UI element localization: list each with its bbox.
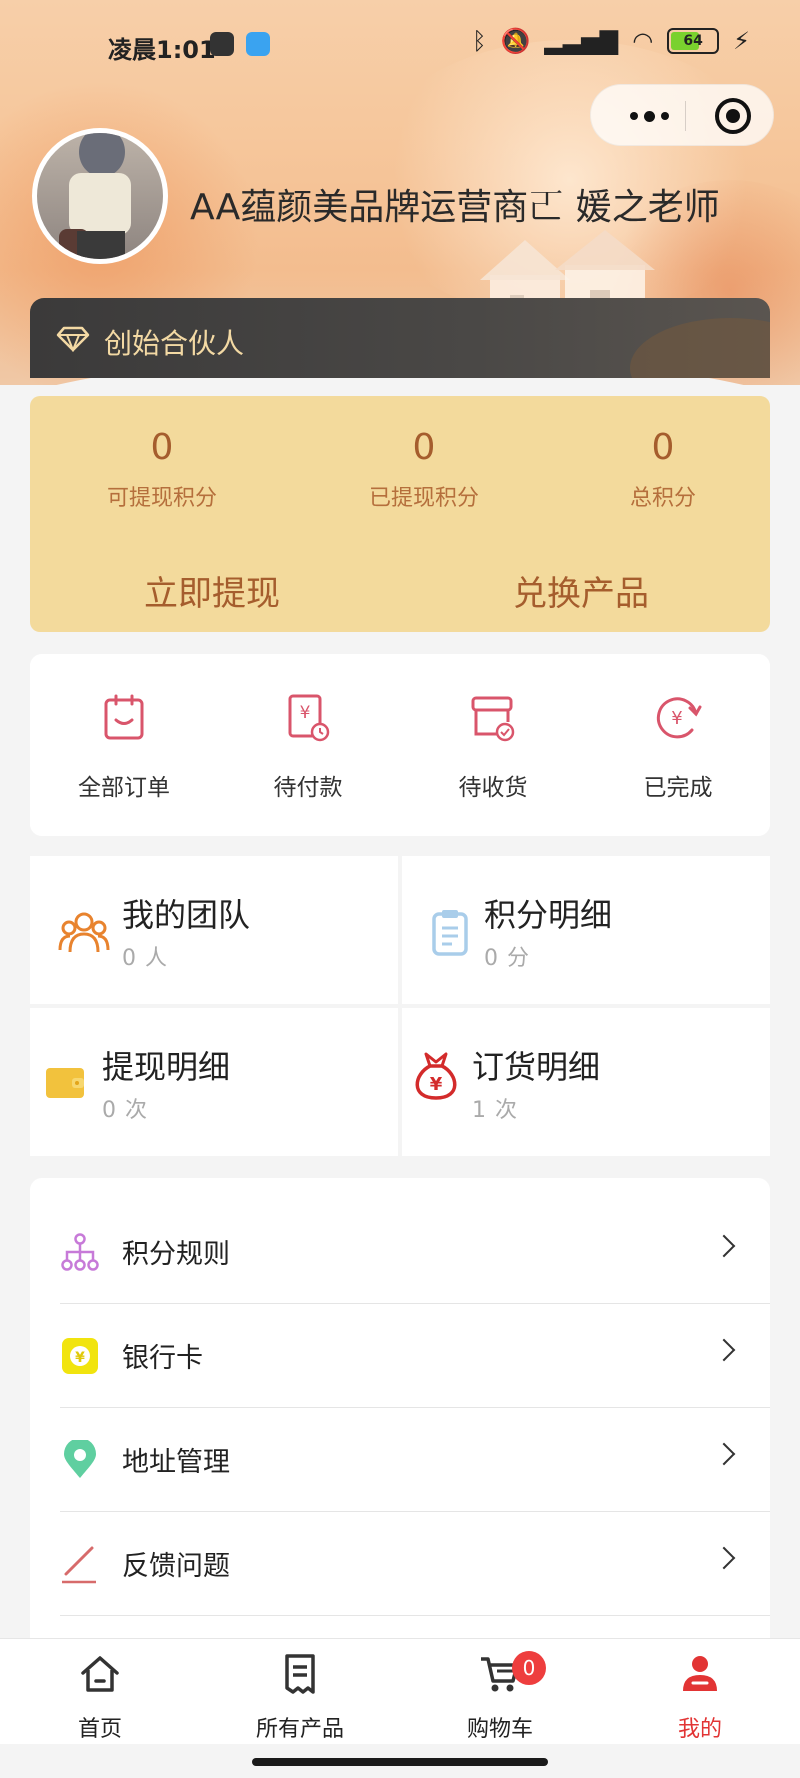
close-miniprogram-button[interactable]: [715, 98, 751, 134]
signal-icon: ▂▃▅▇: [544, 27, 619, 55]
tab-bar: 首页 所有产品 0 购物车 我的: [0, 1638, 800, 1744]
tab-cart[interactable]: 0 购物车: [440, 1651, 560, 1743]
my-team-cell[interactable]: 我的团队 0 人: [30, 856, 398, 1004]
layers-app-icon: [246, 32, 270, 56]
orders-card-content: 全部订单 ¥ 待付款 待收货 ¥ 已完成: [30, 654, 770, 836]
menu-item-feedback-label: 反馈问题: [122, 1551, 230, 1582]
pen-icon: [62, 1546, 96, 1584]
withdrawn-points-label: 已提现积分: [368, 486, 479, 511]
status-bar: 凌晨1:01 ᛒ 🔕 ▂▃▅▇ ◠ 64 ⚡: [0, 0, 800, 88]
location-pin-icon: [64, 1440, 96, 1478]
clipboard-icon: [432, 910, 468, 956]
order-pending-payment-label: 待付款: [273, 775, 343, 801]
order-pending-payment[interactable]: ¥ 待付款: [228, 692, 388, 802]
exchange-product-button[interactable]: 兑换产品: [513, 566, 649, 615]
menu-item-bank-card[interactable]: ¥ 银行卡: [30, 1304, 770, 1408]
tab-products[interactable]: 所有产品: [240, 1653, 360, 1743]
order-pending-receipt[interactable]: 待收货: [413, 692, 573, 802]
tab-mine-label: 我的: [677, 1717, 722, 1742]
tab-home[interactable]: 首页: [40, 1653, 160, 1743]
total-points-value: 0: [651, 427, 675, 468]
svg-text:¥: ¥: [300, 703, 311, 723]
withdrawable-points-value: 0: [150, 427, 174, 468]
user-icon: [683, 1656, 717, 1691]
order-all-label: 全部订单: [78, 775, 170, 801]
withdraw-detail-count: 0 次: [102, 1098, 148, 1123]
bluetooth-icon: ᛒ: [472, 27, 487, 55]
pending-payment-icon: ¥: [288, 694, 330, 742]
completed-icon: ¥: [656, 697, 702, 739]
withdrawable-points-label: 可提现积分: [106, 486, 217, 511]
chevron-right-icon: [712, 1234, 736, 1258]
menu-item-feedback[interactable]: 反馈问题: [30, 1512, 770, 1616]
withdraw-detail-cell[interactable]: 提现明细 0 次: [30, 1008, 398, 1156]
menu-item-address-label: 地址管理: [122, 1447, 230, 1478]
tab-home-label: 首页: [77, 1717, 122, 1742]
chevron-right-icon: [712, 1442, 736, 1466]
menu-item-bank-card-label: 银行卡: [122, 1343, 203, 1374]
order-detail-title: 订货明细: [472, 1048, 601, 1086]
svg-text:¥: ¥: [75, 1350, 85, 1366]
order-pending-receipt-label: 待收货: [458, 775, 528, 801]
battery-icon: 64: [667, 28, 720, 54]
chevron-right-icon: [712, 1546, 736, 1570]
my-team-title: 我的团队: [122, 896, 251, 934]
cart-badge: 0: [512, 1651, 546, 1685]
points-card: 0 可提现积分 0 已提现积分 0 总积分 立即提现 兑换产品: [30, 396, 770, 632]
bank-card-icon: ¥: [62, 1338, 98, 1374]
menu-item-points-rules-label: 积分规则: [122, 1239, 230, 1270]
settings-menu: 积分规则 ¥ 银行卡 地址管理 反馈问题: [30, 1178, 770, 1638]
money-bag-icon: ¥: [415, 1052, 457, 1100]
miniprogram-capsule: [590, 84, 774, 146]
app-notification-icon: [210, 32, 234, 56]
total-points-label: 总积分: [629, 486, 696, 511]
withdraw-detail-title: 提现明细: [102, 1048, 231, 1086]
withdrawn-points: 0 已提现积分: [324, 426, 524, 512]
avatar[interactable]: [32, 128, 168, 264]
tab-mine[interactable]: 我的: [640, 1653, 760, 1743]
stats-grid: 我的团队 0 人 积分明细 0 分 提现明细 0 次 ¥ 订货明细 1 次: [30, 856, 770, 1156]
document-icon: [285, 1654, 315, 1694]
username: AA蕴颜美品牌运营商𠀀 媛之老师: [190, 187, 720, 228]
withdrawn-points-value: 0: [412, 427, 436, 468]
pending-receipt-icon: [471, 696, 515, 742]
charging-icon: ⚡: [733, 27, 750, 55]
more-options-button[interactable]: [621, 98, 677, 134]
battery-level: 64: [683, 33, 703, 49]
tab-cart-label: 购物车: [466, 1717, 533, 1742]
member-level-bar: 创始合伙人: [30, 298, 770, 378]
points-detail-cell[interactable]: 积分明细 0 分: [402, 856, 770, 1004]
menu-item-points-rules[interactable]: 积分规则: [30, 1200, 770, 1304]
tab-products-label: 所有产品: [255, 1717, 344, 1742]
order-detail-count: 1 次: [472, 1098, 518, 1123]
my-team-count: 0 人: [122, 946, 168, 971]
points-detail-title: 积分明细: [484, 896, 613, 934]
team-icon: [58, 912, 110, 953]
home-icon: [81, 1656, 119, 1692]
order-completed-label: 已完成: [643, 775, 713, 801]
order-detail-cell[interactable]: ¥ 订货明细 1 次: [402, 1008, 770, 1156]
svg-text:¥: ¥: [430, 1074, 443, 1095]
chevron-right-icon: [712, 1338, 736, 1362]
withdraw-now-button[interactable]: 立即提现: [144, 566, 280, 615]
diamond-icon: [56, 326, 90, 352]
svg-text:¥: ¥: [671, 708, 682, 729]
home-indicator[interactable]: [252, 1758, 548, 1766]
order-all[interactable]: 全部订单: [44, 692, 204, 802]
rules-tree-icon: [61, 1233, 99, 1271]
order-completed[interactable]: ¥ 已完成: [598, 692, 758, 802]
withdrawable-points: 0 可提现积分: [62, 426, 262, 512]
points-detail-count: 0 分: [484, 946, 530, 971]
order-list-icon: [104, 694, 144, 740]
total-points: 0 总积分: [563, 426, 763, 512]
member-level-label: 创始合伙人: [104, 327, 245, 360]
wifi-icon: ◠: [632, 27, 654, 55]
mute-icon: 🔕: [500, 27, 531, 55]
status-time: 凌晨1:01: [108, 36, 216, 64]
wallet-icon: [46, 1068, 84, 1098]
menu-item-address[interactable]: 地址管理: [30, 1408, 770, 1512]
